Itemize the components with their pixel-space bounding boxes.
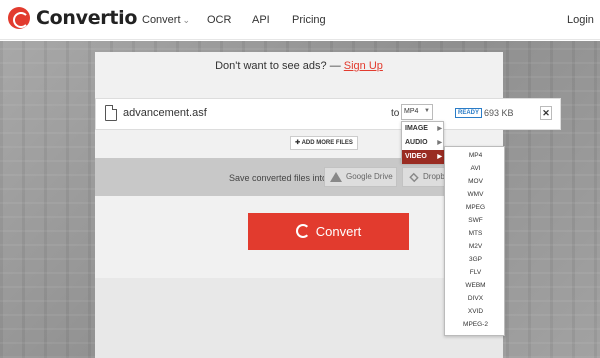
nav-login[interactable]: Login bbox=[567, 14, 594, 26]
format-option-divx[interactable]: DIVX bbox=[445, 292, 506, 305]
category-audio-label: AUDIO bbox=[405, 139, 428, 146]
nav-api[interactable]: API bbox=[252, 14, 270, 26]
chevron-down-icon: ⌄ bbox=[182, 15, 191, 25]
nav-convert-label: Convert bbox=[142, 14, 181, 26]
chevron-right-icon: ▶ bbox=[437, 154, 442, 160]
ad-text: Don't want to see ads? — bbox=[215, 60, 341, 72]
file-row: advancement.asf to MP4 ▼ READY 693 KB ✕ bbox=[95, 98, 561, 130]
category-image[interactable]: IMAGE ▶ bbox=[402, 122, 445, 136]
add-more-files-button[interactable]: ✚ ADD MORE FILES bbox=[290, 136, 358, 150]
category-video-label: VIDEO bbox=[405, 153, 427, 160]
dropbox-icon bbox=[409, 172, 419, 183]
format-option-3gp[interactable]: 3GP bbox=[445, 253, 506, 266]
format-option-wmv[interactable]: WMV bbox=[445, 188, 506, 201]
category-audio[interactable]: AUDIO ▶ bbox=[402, 136, 445, 150]
convert-button[interactable]: Convert bbox=[248, 213, 409, 250]
status-badge: READY bbox=[455, 108, 483, 118]
nav-pricing[interactable]: Pricing bbox=[292, 14, 326, 26]
format-option-webm[interactable]: WEBM bbox=[445, 279, 506, 292]
brand-name: Convertio bbox=[36, 7, 138, 29]
convert-icon bbox=[295, 224, 310, 238]
format-option-swf[interactable]: SWF bbox=[445, 214, 506, 227]
brand-logo[interactable]: Convertio bbox=[8, 7, 137, 29]
google-drive-label: Google Drive bbox=[346, 172, 393, 181]
convertio-logo-icon bbox=[8, 7, 30, 29]
format-option-mp4[interactable]: MP4 bbox=[445, 149, 506, 162]
format-select-value: MP4 bbox=[404, 108, 419, 115]
format-option-mpeg[interactable]: MPEG bbox=[445, 201, 506, 214]
video-format-menu: MP4 AVI MOV WMV MPEG SWF MTS M2V 3GP FLV… bbox=[444, 146, 505, 336]
file-size: 693 KB bbox=[484, 108, 514, 118]
file-icon bbox=[105, 105, 117, 121]
ad-notice: Don't want to see ads? — Sign Up bbox=[95, 60, 503, 72]
category-image-label: IMAGE bbox=[405, 125, 428, 132]
format-option-mts[interactable]: MTS bbox=[445, 227, 506, 240]
remove-file-button[interactable]: ✕ bbox=[540, 106, 552, 120]
format-option-xvid[interactable]: XVID bbox=[445, 305, 506, 318]
format-option-mov[interactable]: MOV bbox=[445, 175, 506, 188]
format-option-mpeg-2[interactable]: MPEG-2 bbox=[445, 318, 506, 331]
sign-up-link[interactable]: Sign Up bbox=[344, 60, 383, 72]
format-option-flv[interactable]: FLV bbox=[445, 266, 506, 279]
format-category-menu: IMAGE ▶ AUDIO ▶ VIDEO ▶ bbox=[401, 121, 445, 164]
file-name: advancement.asf bbox=[123, 107, 207, 119]
to-label: to bbox=[391, 108, 400, 119]
format-select[interactable]: MP4 ▼ bbox=[401, 104, 433, 120]
format-option-m2v[interactable]: M2V bbox=[445, 240, 506, 253]
google-drive-button[interactable]: Google Drive bbox=[324, 167, 397, 187]
nav-convert[interactable]: Convert ⌄ bbox=[142, 14, 190, 26]
top-header: Convertio Convert ⌄ OCR API Pricing Login bbox=[0, 0, 600, 40]
google-drive-icon bbox=[330, 172, 342, 182]
format-option-avi[interactable]: AVI bbox=[445, 162, 506, 175]
lower-panel bbox=[95, 278, 503, 358]
chevron-right-icon: ▶ bbox=[437, 126, 442, 132]
category-video[interactable]: VIDEO ▶ bbox=[402, 150, 445, 164]
convert-button-label: Convert bbox=[315, 224, 362, 239]
chevron-right-icon: ▶ bbox=[437, 140, 442, 146]
dropdown-arrow-icon: ▼ bbox=[424, 108, 430, 114]
nav-ocr[interactable]: OCR bbox=[207, 14, 231, 26]
